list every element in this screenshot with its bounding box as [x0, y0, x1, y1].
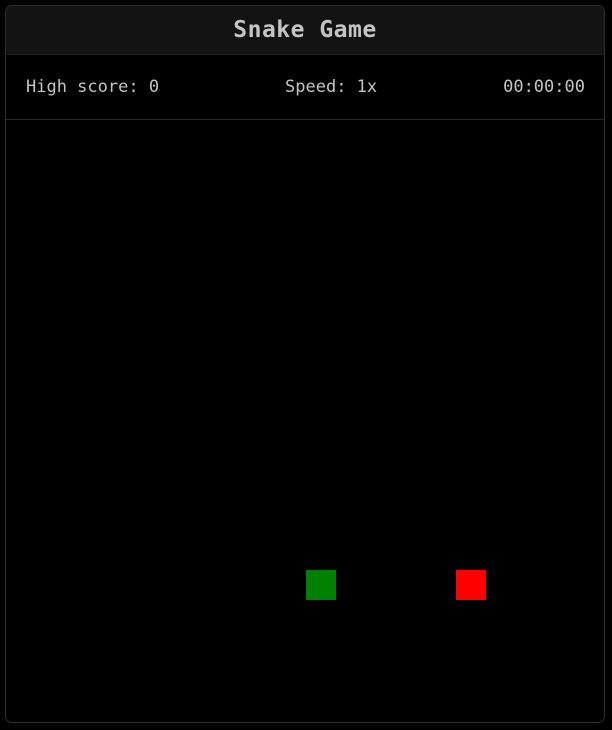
- high-score-label: High score: 0: [26, 77, 160, 97]
- food-item: [456, 570, 486, 600]
- title-bar: Snake Game: [6, 6, 604, 55]
- snake-segment: [306, 570, 336, 600]
- timer-label: 00:00:00: [503, 77, 585, 97]
- game-window: Snake Game High score: 0 Speed: 1x 00:00…: [5, 5, 605, 723]
- status-bar: High score: 0 Speed: 1x 00:00:00: [6, 55, 604, 120]
- game-title: Snake Game: [233, 17, 377, 43]
- speed-label: Speed: 1x: [285, 77, 378, 97]
- game-board[interactable]: [6, 120, 604, 722]
